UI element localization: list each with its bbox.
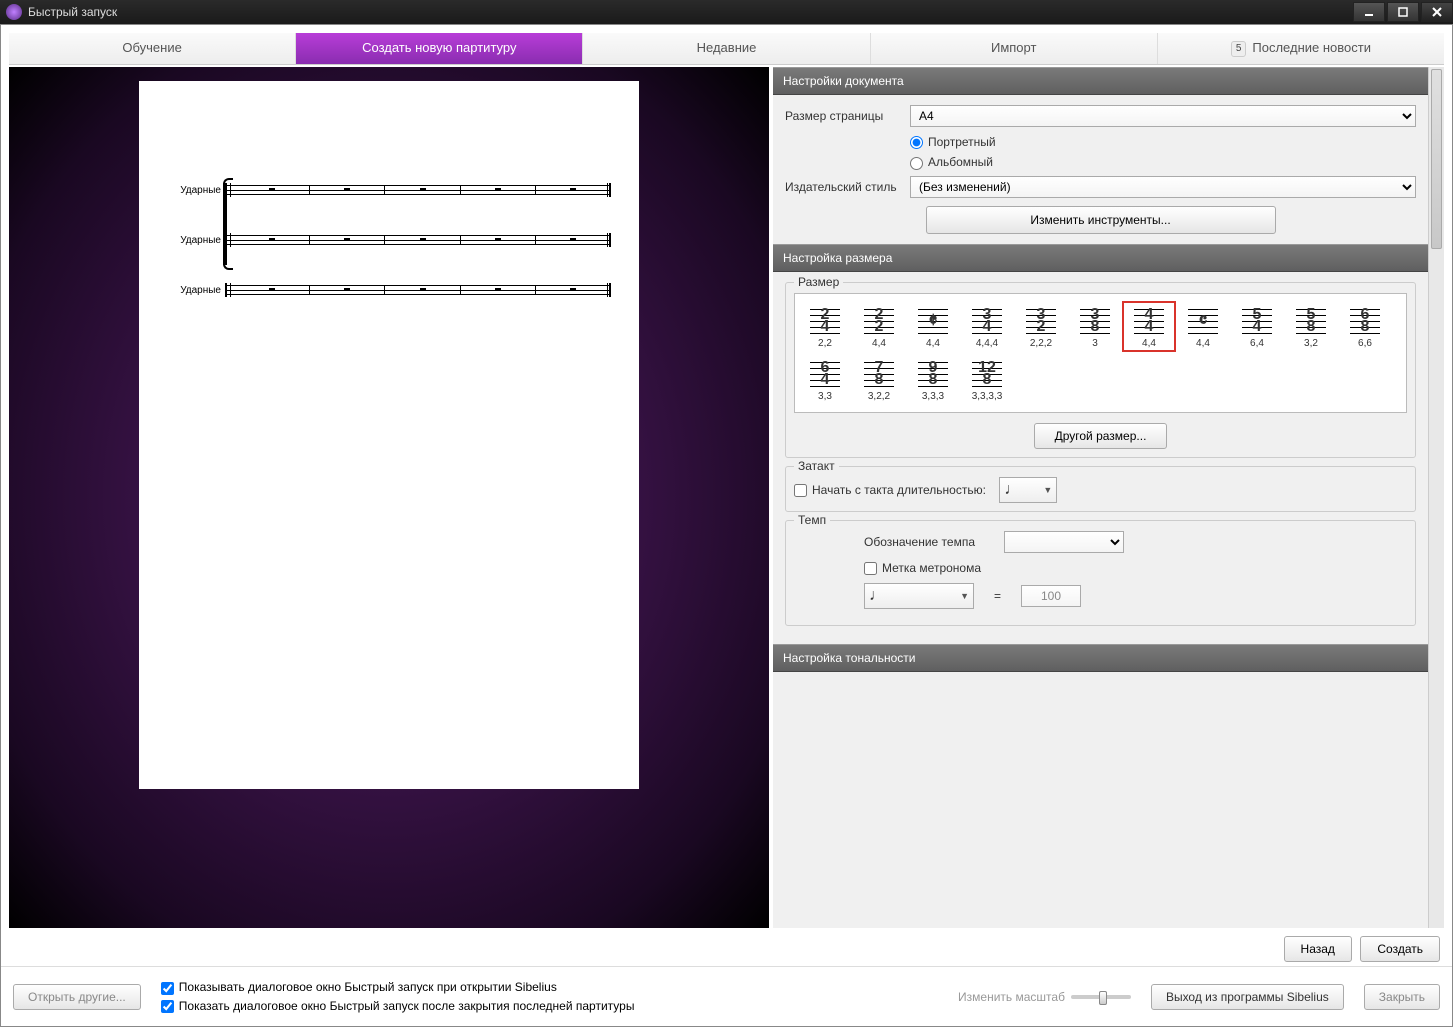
- scrollbar[interactable]: [1428, 67, 1444, 928]
- tempo-text-select[interactable]: [1004, 531, 1124, 553]
- timesig-option[interactable]: 383: [1069, 302, 1121, 351]
- timesig-legend: Размер: [794, 275, 843, 289]
- section-key-signature: Настройка тональности: [773, 644, 1428, 672]
- window-title: Быстрый запуск: [28, 5, 117, 19]
- timesig-option[interactable]: 686,6: [1339, 302, 1391, 351]
- slider-knob[interactable]: [1099, 991, 1107, 1005]
- house-style-select[interactable]: (Без изменений): [910, 176, 1416, 198]
- timesig-option[interactable]: 224,4: [853, 302, 905, 351]
- maximize-button[interactable]: [1387, 2, 1419, 22]
- timesig-option[interactable]: 546,4: [1231, 302, 1283, 351]
- minimize-button[interactable]: [1353, 2, 1385, 22]
- orientation-landscape[interactable]: Альбомный: [910, 155, 1416, 169]
- scrollbar-thumb[interactable]: [1431, 69, 1442, 249]
- timesig-option[interactable]: 242,2: [799, 302, 851, 351]
- nav-bar: Назад Создать: [1, 928, 1452, 966]
- titlebar: Быстрый запуск: [0, 0, 1453, 24]
- metronome-checkbox[interactable]: Метка метронома: [864, 561, 981, 575]
- tab-learn[interactable]: Обучение: [9, 33, 296, 64]
- chevron-down-icon: ▼: [1043, 485, 1052, 495]
- change-instruments-button[interactable]: Изменить инструменты...: [926, 206, 1276, 234]
- timesig-option[interactable]: 𝄵4,4: [907, 302, 959, 351]
- section-time-signature: Настройка размера: [773, 244, 1428, 272]
- dialog: Обучение Создать новую партитуру Недавни…: [0, 24, 1453, 1027]
- back-button[interactable]: Назад: [1284, 936, 1352, 962]
- stave-label: Ударные: [167, 235, 225, 246]
- score-preview: Ударные Ударные Ударные: [9, 67, 769, 928]
- timesig-option[interactable]: 783,2,2: [853, 355, 905, 404]
- timesig-option[interactable]: 322,2,2: [1015, 302, 1067, 351]
- tempo-legend: Темп: [794, 513, 830, 527]
- page-size-label: Размер страницы: [785, 109, 910, 123]
- pickup-duration-select[interactable]: ♩▼: [999, 477, 1057, 503]
- timesig-option[interactable]: 643,3: [799, 355, 851, 404]
- tab-news[interactable]: 5Последние новости: [1158, 33, 1444, 64]
- show-on-start-checkbox[interactable]: Показывать диалоговое окно Быстрый запус…: [161, 980, 635, 994]
- exit-button[interactable]: Выход из программы Sibelius: [1151, 984, 1344, 1010]
- page-size-select[interactable]: A4: [910, 105, 1416, 127]
- news-badge: 5: [1231, 41, 1247, 57]
- timesig-option[interactable]: 𝄴4,4: [1177, 302, 1229, 351]
- app-icon: [6, 4, 22, 20]
- close-button[interactable]: [1421, 2, 1453, 22]
- pickup-legend: Затакт: [794, 459, 839, 473]
- stave-label: Ударные: [167, 185, 225, 196]
- open-other-button[interactable]: Открыть другие...: [13, 984, 141, 1010]
- quarter-note-icon: ♩: [869, 587, 885, 605]
- tab-bar: Обучение Создать новую партитуру Недавни…: [9, 33, 1444, 65]
- zoom-slider[interactable]: [1071, 995, 1131, 999]
- other-timesig-button[interactable]: Другой размер...: [1034, 423, 1168, 449]
- orientation-portrait[interactable]: Портретный: [910, 135, 1416, 149]
- timesig-option[interactable]: 444,4: [1123, 302, 1175, 351]
- tempo-text-label: Обозначение темпа: [864, 535, 1004, 549]
- page-preview: Ударные Ударные Ударные: [139, 81, 639, 789]
- tab-recent[interactable]: Недавние: [583, 33, 870, 64]
- zoom-control: Изменить масштаб: [958, 990, 1131, 1004]
- house-style-label: Издательский стиль: [785, 180, 910, 194]
- footer: Открыть другие... Показывать диалоговое …: [1, 966, 1452, 1026]
- quarter-note-icon: ♩: [1004, 481, 1020, 499]
- zoom-label: Изменить масштаб: [958, 990, 1065, 1004]
- timesig-option[interactable]: 1283,3,3,3: [961, 355, 1013, 404]
- equals-sign: =: [994, 589, 1001, 603]
- timesig-option[interactable]: 344,4,4: [961, 302, 1013, 351]
- chevron-down-icon: ▼: [960, 591, 969, 601]
- close-dialog-button[interactable]: Закрыть: [1364, 984, 1440, 1010]
- create-button[interactable]: Создать: [1360, 936, 1440, 962]
- timesig-option[interactable]: 583,2: [1285, 302, 1337, 351]
- show-after-close-checkbox[interactable]: Показать диалоговое окно Быстрый запуск …: [161, 999, 635, 1013]
- tab-new-score[interactable]: Создать новую партитуру: [296, 33, 583, 64]
- stave-label: Ударные: [167, 285, 225, 296]
- tempo-value-input[interactable]: [1021, 585, 1081, 607]
- settings-panel: Настройки документа Размер страницы A4 П…: [773, 67, 1444, 928]
- timesig-grid: 242,2224,4𝄵4,4344,4,4322,2,2383444,4𝄴4,4…: [794, 293, 1407, 413]
- timesig-option[interactable]: 983,3,3: [907, 355, 959, 404]
- pickup-checkbox[interactable]: Начать с такта длительностью:: [794, 483, 986, 497]
- tab-import[interactable]: Импорт: [871, 33, 1158, 64]
- tempo-note-select[interactable]: ♩▼: [864, 583, 974, 609]
- section-document-settings: Настройки документа: [773, 67, 1428, 95]
